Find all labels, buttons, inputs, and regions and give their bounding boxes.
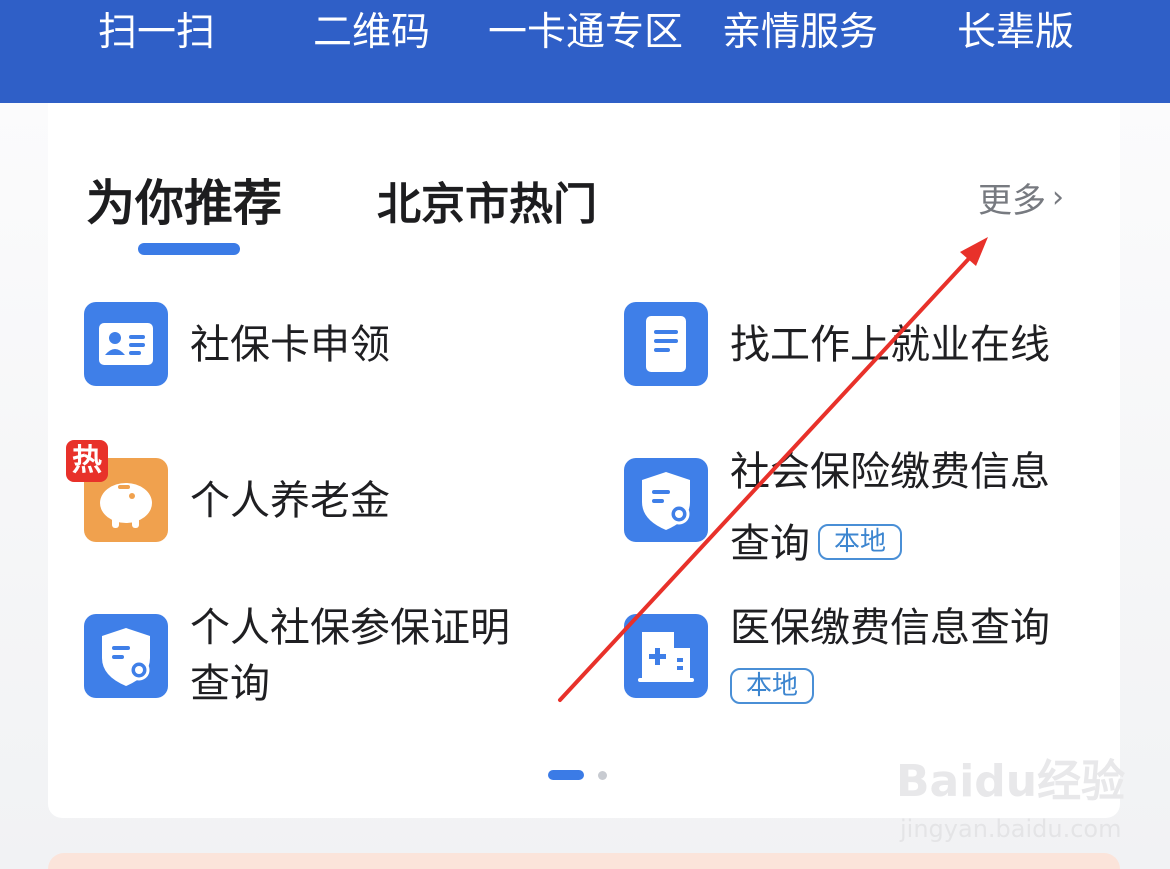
annotation-arrow-icon [558,237,988,702]
